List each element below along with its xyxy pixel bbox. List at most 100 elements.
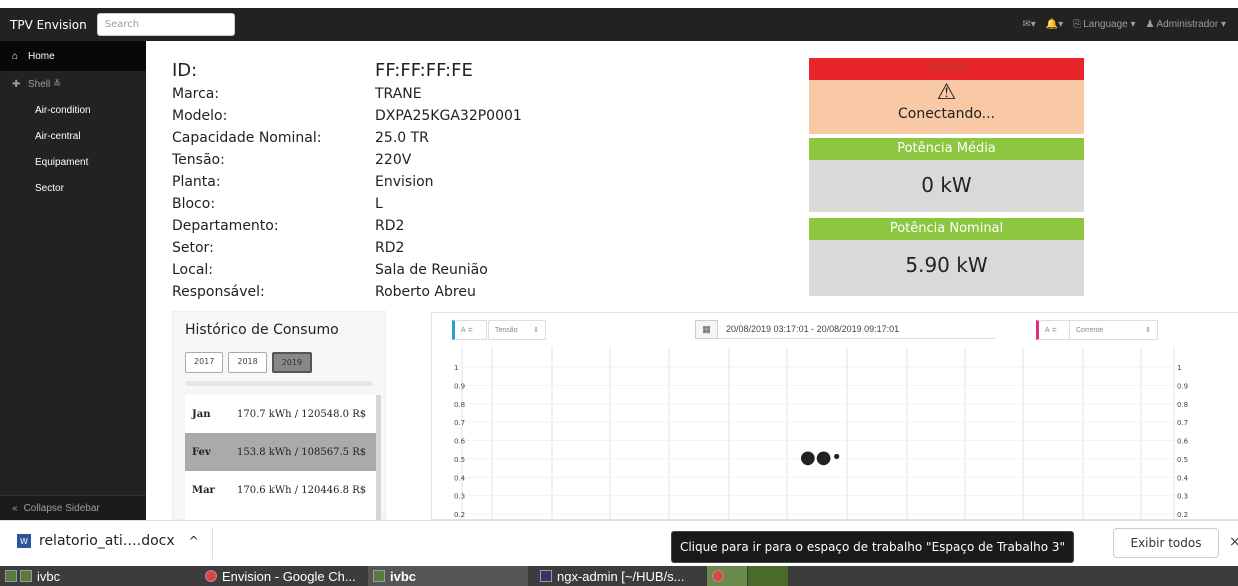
- top-strip: [0, 0, 1238, 8]
- list-item[interactable]: Mar 170.6 kWh / 120446.8 R$: [185, 471, 376, 509]
- horizontal-scrollbar[interactable]: [185, 381, 373, 386]
- taskbar-item[interactable]: Envision - Google Ch...: [200, 566, 356, 586]
- user-icon: ♟: [1145, 19, 1155, 30]
- download-item[interactable]: W relatorio_ati….docx ^: [17, 533, 199, 549]
- info-value: Roberto Abreu: [375, 284, 476, 300]
- year-button-2019[interactable]: 2019: [271, 352, 313, 373]
- sidebar: ⌂ Home ✚ Shell ≚ Air-condition Air-centr…: [0, 41, 146, 520]
- date-range-text: 20/08/2019 03:17:01 - 20/08/2019 09:17:0…: [726, 324, 900, 334]
- taskbar-label: ngx-admin [~/HUB/s...: [557, 568, 685, 584]
- potencia-media-value: 0 kW: [809, 160, 1084, 212]
- info-key: Capacidade Nominal:: [172, 130, 322, 146]
- info-value: Sala de Reunião: [375, 262, 488, 278]
- info-row: Planta: Envision: [172, 171, 522, 193]
- y-tick-label-left: 0.8: [454, 401, 465, 409]
- tooltip: Clique para ir para o espaço de trabalho…: [671, 531, 1074, 563]
- folder-icon: [373, 570, 385, 582]
- navbar-right: ✉▾ 🔔▾ ⎘ Language ▾ ♟ Administrador ▾: [1022, 8, 1226, 41]
- list-item[interactable]: Jan 170.7 kWh / 120548.0 R$: [185, 395, 376, 433]
- taskbar-label: Envision - Google Ch...: [222, 568, 356, 584]
- right-variable-select[interactable]: Corrente ⇕: [1069, 320, 1158, 340]
- status-header: Status: [809, 58, 1084, 80]
- year-button-2017[interactable]: 2017: [185, 352, 224, 373]
- sidebar-item-air-central[interactable]: Air-central: [0, 123, 146, 149]
- user-label: Administrador ▾: [1156, 19, 1227, 30]
- info-row: Capacidade Nominal: 25.0 TR: [172, 127, 522, 149]
- y-axis-left: 1 0.9 0.8 0.7 0.6 0.5 0.4 0.3 0.2: [454, 364, 466, 519]
- month-label: Mar: [192, 484, 215, 496]
- month-value: 153.8 kWh / 108567.5 R$: [237, 446, 367, 458]
- info-row: Modelo: DXPA25KGA32P0001: [172, 105, 522, 127]
- info-value: 220V: [375, 152, 412, 168]
- info-key: Local:: [172, 262, 214, 278]
- month-list: Jan 170.7 kWh / 120548.0 R$ Fev 153.8 kWh …: [185, 395, 381, 521]
- calendar-icon[interactable]: ▦: [695, 319, 718, 339]
- info-value: RD2: [375, 218, 405, 234]
- workspace-switcher[interactable]: [748, 566, 788, 586]
- taskbar-label: ivbc: [37, 568, 61, 584]
- info-row: Local: Sala de Reunião: [172, 259, 522, 281]
- plus-icon: ✚: [12, 78, 21, 90]
- y-tick-label-right: 0.3: [1177, 493, 1188, 501]
- language-label: Language ▾: [1083, 19, 1136, 30]
- y-tick-label-right: 0.4: [1177, 474, 1189, 482]
- search-input[interactable]: Search: [96, 13, 235, 36]
- info-key: Departamento:: [172, 218, 279, 234]
- info-key: Bloco:: [172, 196, 216, 212]
- year-button-2018[interactable]: 2018: [228, 352, 267, 373]
- terminal-icon: [540, 570, 552, 582]
- workspace-switcher[interactable]: [707, 566, 747, 586]
- info-row: Responsável: Roberto Abreu: [172, 281, 522, 303]
- brand[interactable]: TPV Envision: [10, 18, 87, 32]
- sidebar-item-shell[interactable]: ✚ Shell ≚: [0, 71, 146, 97]
- warning-icon: ⚠: [936, 80, 957, 105]
- potencia-media-header: Potência Média: [809, 138, 1084, 160]
- history-title: Histórico de Consumo: [185, 322, 339, 338]
- chevron-up-icon[interactable]: ^: [189, 534, 199, 548]
- id-label: ID:: [172, 60, 198, 81]
- y-tick-label-left: 0.6: [454, 438, 466, 446]
- taskbar-item[interactable]: ivbc: [15, 566, 60, 586]
- mail-dropdown[interactable]: ✉▾: [1022, 19, 1035, 30]
- download-filename: relatorio_ati….docx: [39, 533, 175, 549]
- notifications-dropdown[interactable]: 🔔▾: [1046, 19, 1063, 30]
- taskbar-label: ivbc: [390, 568, 417, 584]
- id-value: FF:FF:FF:FE: [375, 60, 473, 81]
- info-row: Tensão: 220V: [172, 149, 522, 171]
- show-all-button[interactable]: Exibir todos: [1113, 528, 1219, 558]
- y-tick-label-right: 0.9: [1177, 382, 1188, 390]
- select-arrows-icon: ⇕: [533, 327, 539, 334]
- info-key: Planta:: [172, 174, 221, 190]
- info-value: TRANE: [375, 86, 422, 102]
- potencia-nominal-value: 5.90 kW: [809, 240, 1084, 296]
- y-tick-label-right: 0.7: [1177, 419, 1188, 427]
- month-value: 170.7 kWh / 120548.0 R$: [237, 408, 367, 420]
- left-variable-label: Tensão: [495, 326, 518, 334]
- taskbar-item[interactable]: ngx-admin [~/HUB/s...: [535, 566, 685, 586]
- user-dropdown[interactable]: ♟ Administrador ▾: [1146, 19, 1226, 30]
- taskbar-item[interactable]: ivbc: [368, 566, 528, 586]
- month-label: Jan: [192, 408, 211, 420]
- navbar: TPV Envision Search ✉▾ 🔔▾ ⎘ Language ▾ ♟ A…: [0, 8, 1238, 41]
- close-icon[interactable]: ×: [1229, 534, 1238, 550]
- language-dropdown[interactable]: ⎘ Language ▾: [1073, 19, 1135, 30]
- right-unit-select[interactable]: A ≑: [1036, 320, 1071, 340]
- date-range-picker[interactable]: ▦ 20/08/2019 03:17:01 - 20/08/2019 09:17…: [695, 319, 995, 339]
- sidebar-item-label: Shell ≚: [28, 78, 62, 90]
- y-tick-label-left: 0.5: [454, 456, 465, 464]
- sidebar-item-air-condition[interactable]: Air-condition: [0, 97, 146, 123]
- device-info: ID: FF:FF:FF:FE Marca: TRANE Modelo: DXPA2…: [172, 58, 522, 303]
- info-key: Marca:: [172, 86, 220, 102]
- info-key: Tensão:: [172, 152, 225, 168]
- history-panel: Histórico de Consumo 2017 2018 2019 Jan 1…: [172, 311, 386, 521]
- left-unit-select[interactable]: A ≑: [452, 320, 487, 340]
- sidebar-item-home[interactable]: ⌂ Home: [0, 41, 146, 71]
- collapse-sidebar-button[interactable]: « Collapse Sidebar: [0, 495, 146, 520]
- sidebar-item-equipament[interactable]: Equipament: [0, 149, 146, 175]
- y-tick-label-right: 0.5: [1177, 456, 1188, 464]
- left-variable-select[interactable]: Tensão ⇕: [488, 320, 546, 340]
- info-row: Setor: RD2: [172, 237, 522, 259]
- list-item[interactable]: Fev 153.8 kWh / 108567.5 R$: [185, 433, 376, 471]
- loading-indicator: ●●•: [800, 447, 842, 468]
- sidebar-item-sector[interactable]: Sector: [0, 175, 146, 201]
